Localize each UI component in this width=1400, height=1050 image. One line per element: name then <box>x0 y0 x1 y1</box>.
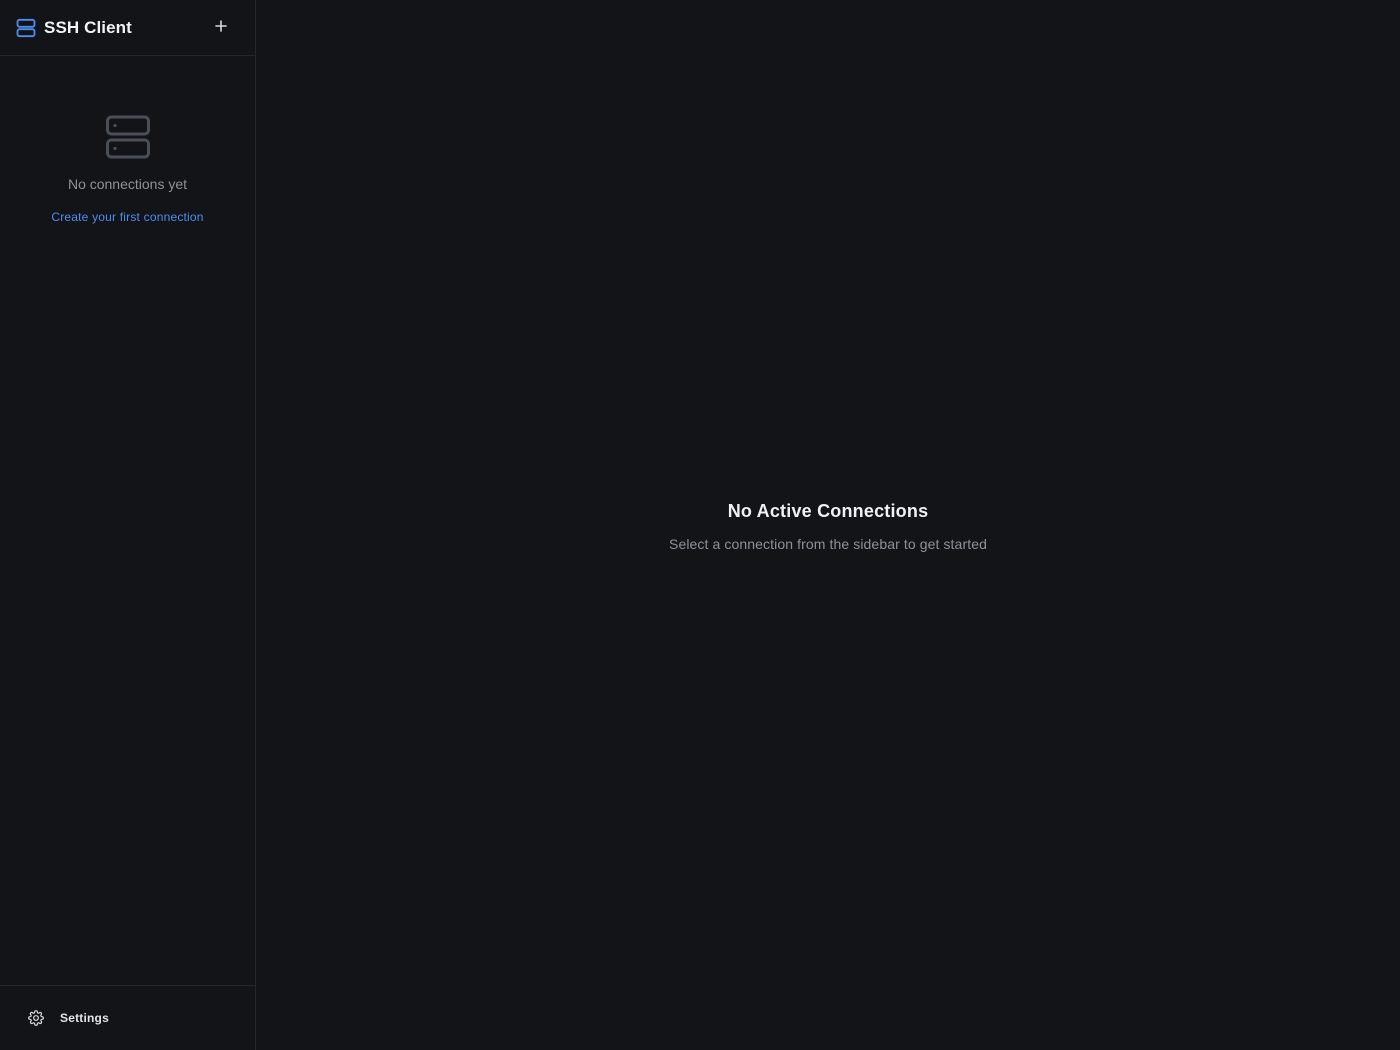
app-title: SSH Client <box>44 17 132 37</box>
server-stack-icon <box>105 114 151 160</box>
settings-button[interactable]: Settings <box>28 1010 109 1026</box>
gear-icon <box>28 1010 44 1026</box>
main-content: No Active Connections Select a connectio… <box>256 0 1400 1050</box>
sidebar: SSH Client No connections yet Create you… <box>0 0 256 1050</box>
add-connection-button[interactable] <box>209 16 233 40</box>
sidebar-footer: Settings <box>0 985 255 1050</box>
sidebar-header: SSH Client <box>0 0 255 56</box>
plus-icon <box>214 19 228 38</box>
main-subtitle: Select a connection from the sidebar to … <box>669 536 987 552</box>
server-icon <box>16 18 36 38</box>
empty-state: No connections yet Create your first con… <box>0 56 255 224</box>
app-window: SSH Client No connections yet Create you… <box>0 0 1400 1050</box>
create-first-connection-link[interactable]: Create your first connection <box>51 210 203 224</box>
main-title: No Active Connections <box>727 501 929 521</box>
empty-state-message: No connections yet <box>67 176 188 192</box>
settings-label: Settings <box>60 1011 109 1025</box>
